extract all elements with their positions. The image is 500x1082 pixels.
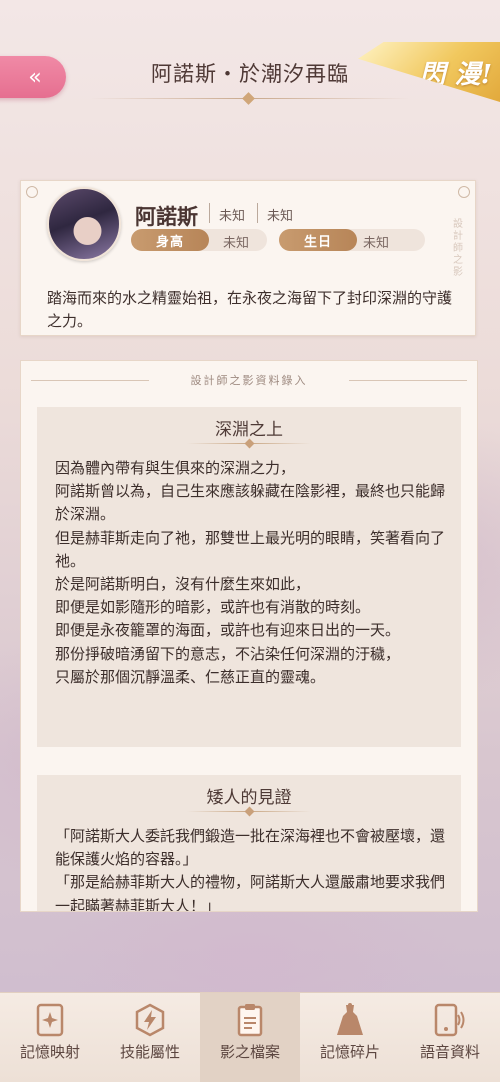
record-line: 阿諾斯曾以為，自己生來應該躲藏在陰影裡，最終也只能歸於深淵。: [55, 482, 446, 524]
nav-label: 記憶碎片: [319, 1043, 380, 1061]
diamond-ornament-icon: [242, 92, 255, 105]
profile-card: 阿諾斯 未知 未知 身高 未知 生日 未知 設計師之影 踏海而來的水之精靈始祖，…: [20, 180, 476, 336]
birthday-pill: 生日 未知: [279, 229, 425, 251]
bottom-nav: 記憶映射 技能屬性 影之檔案 記憶碎片 語音資料: [0, 992, 500, 1082]
nav-item-skills[interactable]: 技能屬性: [100, 993, 200, 1082]
record-line: 「那是給赫菲斯大人的禮物，阿諾斯大人還嚴肅地要求我們一起瞞著赫菲斯大人！」: [55, 873, 446, 912]
record-line: 但是赫菲斯走向了祂，那雙世上最光明的眼睛，笑著看向了祂。: [55, 528, 446, 570]
record-body: 「阿諾斯大人委託我們鍛造一批在深海裡也不會被壓壞，還能保護火焰的容器。」 「那是…: [55, 825, 447, 912]
record-title: 矮人的見證: [206, 788, 292, 808]
record-line: 只屬於那個沉靜溫柔、仁慈正直的靈魂。: [55, 667, 326, 686]
nav-item-memory-mapping[interactable]: 記憶映射: [0, 993, 100, 1082]
meta-separator: [257, 203, 258, 223]
height-label: 身高: [131, 229, 209, 251]
birthday-value: 未知: [363, 236, 390, 251]
vertical-decoration-text: 設計師之影: [453, 219, 463, 278]
record-line: 即便是如影隨形的暗影，或許也有消散的時刻。: [55, 598, 371, 617]
meta-separator: [209, 203, 210, 223]
nav-item-voice-data[interactable]: 語音資料: [400, 993, 500, 1082]
birthday-label: 生日: [279, 229, 357, 251]
record-block-abyss: 深淵之上 因為體內帶有與生俱來的深淵之力， 阿諾斯曾以為，自己生來應該躲藏在陰影…: [37, 407, 461, 747]
height-value: 未知: [223, 236, 250, 251]
records-header-rule: [349, 380, 467, 381]
character-name: 阿諾斯: [135, 204, 198, 229]
card-sparkle-icon: [33, 1003, 67, 1037]
document-icon: [233, 1003, 267, 1037]
header: « 阿諾斯・於潮汐再臨 閃 漫!: [0, 0, 500, 120]
diamond-ornament-icon: [244, 806, 255, 817]
record-line: 因為體內帶有與生俱來的深淵之力，: [55, 459, 296, 477]
record-line: 那份掙破暗湧留下的意志，不沾染任何深淵的汙穢，: [55, 644, 401, 663]
profile-description: 踏海而來的水之精靈始祖，在永夜之海留下了封印深淵的守護之力。: [47, 289, 453, 330]
records-panel[interactable]: 設計師之影資料錄入 深淵之上 因為體內帶有與生俱來的深淵之力， 阿諾斯曾以為，自…: [20, 360, 478, 912]
lightning-icon: [133, 1003, 167, 1037]
record-line: 「阿諾斯大人委託我們鍛造一批在深海裡也不會被壓壞，還能保護火焰的容器。」: [55, 827, 446, 869]
nav-label: 技能屬性: [119, 1043, 180, 1061]
nav-item-memory-fragments[interactable]: 記憶碎片: [300, 993, 400, 1082]
height-pill: 身高 未知: [131, 229, 267, 251]
avatar: [47, 187, 121, 261]
nav-label: 記憶映射: [19, 1043, 80, 1061]
record-line: 即便是永夜籠罩的海面，或許也有迎來日出的一天。: [55, 621, 401, 640]
dress-icon: [333, 1003, 367, 1037]
meta-value-2: 未知: [267, 209, 294, 224]
nav-label: 語音資料: [419, 1043, 480, 1061]
phone-sound-icon: [433, 1003, 467, 1037]
nav-item-shadow-archive[interactable]: 影之檔案: [200, 993, 300, 1082]
record-line: 於是阿諾斯明白，沒有什麼生來如此，: [55, 575, 311, 594]
meta-value-1: 未知: [219, 209, 246, 224]
diamond-ornament-icon: [244, 438, 255, 449]
record-body: 因為體內帶有與生俱來的深淵之力， 阿諾斯曾以為，自己生來應該躲藏在陰影裡，最終也…: [55, 457, 447, 689]
record-block-dwarf: 矮人的見證 「阿諾斯大人委託我們鍛造一批在深海裡也不會被壓壞，還能保護火焰的容器…: [37, 775, 461, 912]
nav-label: 影之檔案: [219, 1043, 280, 1061]
record-title: 深淵之上: [215, 420, 283, 440]
